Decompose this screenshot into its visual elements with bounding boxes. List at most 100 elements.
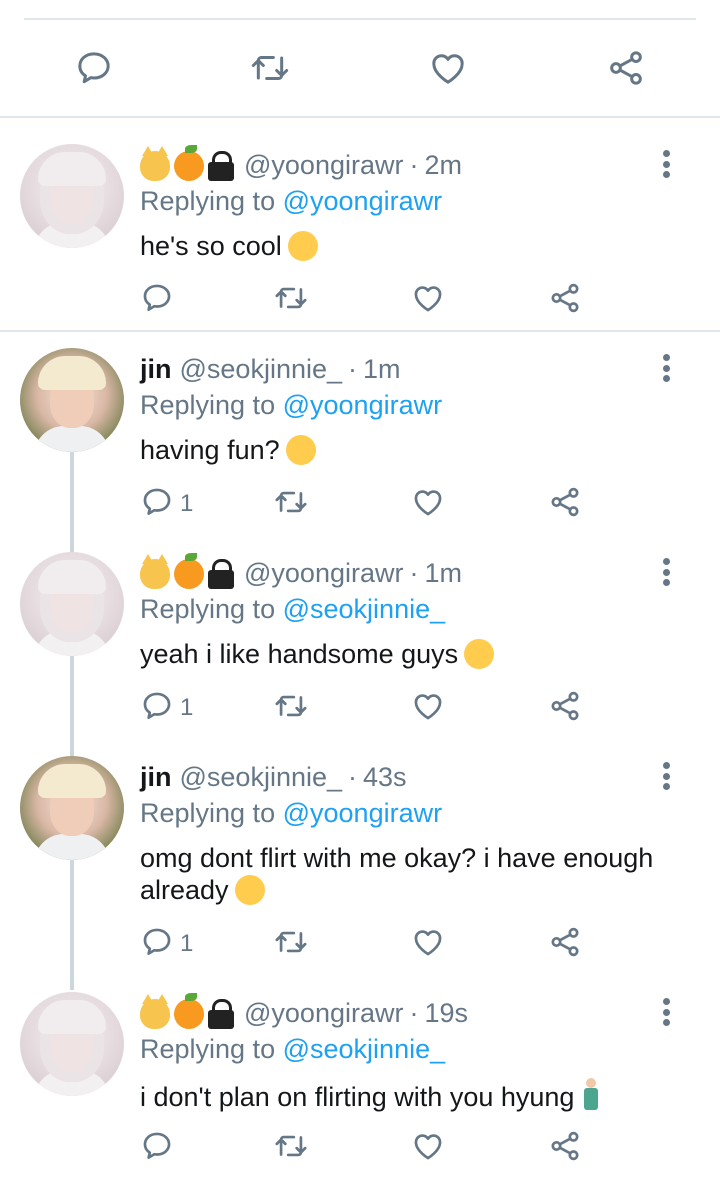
sneezing-face-icon xyxy=(234,875,265,905)
like-button[interactable] xyxy=(410,688,446,728)
more-button[interactable] xyxy=(652,348,680,388)
smiling-face-icon xyxy=(287,231,318,261)
more-button[interactable] xyxy=(652,552,680,592)
mention-link[interactable]: @seokjinnie_ xyxy=(283,594,446,624)
handle[interactable]: @seokjinnie_ xyxy=(180,354,343,385)
avatar-hair xyxy=(38,152,106,186)
reply-icon xyxy=(78,52,110,84)
reply-button[interactable] xyxy=(140,280,174,320)
avatar-shirt xyxy=(34,426,110,452)
share-icon xyxy=(548,485,582,524)
reply-button[interactable]: 1 xyxy=(140,688,193,728)
retweet-button[interactable] xyxy=(272,924,310,964)
separator-dot: · xyxy=(409,558,419,588)
share-button[interactable] xyxy=(548,484,582,524)
reply-button[interactable]: 1 xyxy=(140,484,193,524)
retweet-icon xyxy=(272,281,310,320)
reply-button[interactable] xyxy=(140,1128,174,1168)
replying-to: Replying to @yoongirawr xyxy=(140,390,442,421)
more-vertical-icon xyxy=(662,354,670,361)
separator-dot: · xyxy=(348,762,358,792)
reply-icon xyxy=(140,485,174,524)
display-name[interactable]: jin xyxy=(140,762,172,793)
timestamp[interactable]: 2m xyxy=(424,150,462,181)
more-vertical-icon xyxy=(662,558,670,565)
cat-emoji-icon xyxy=(140,145,170,181)
share-icon xyxy=(548,689,582,728)
retweet-button[interactable] xyxy=(272,280,310,320)
timestamp[interactable]: 1m xyxy=(363,354,401,385)
mention-link[interactable]: @yoongirawr xyxy=(283,798,442,828)
more-button[interactable] xyxy=(652,992,680,1032)
like-button[interactable] xyxy=(410,484,446,524)
hand-over-mouth-face-icon xyxy=(285,435,316,465)
reply-count: 1 xyxy=(180,490,194,517)
display-name[interactable]: jin xyxy=(140,354,172,385)
replying-label: Replying to xyxy=(140,186,276,216)
more-button[interactable] xyxy=(652,144,680,184)
more-dot xyxy=(662,375,670,382)
handle[interactable]: @yoongirawr xyxy=(244,998,403,1029)
like-icon xyxy=(410,689,446,728)
like-button[interactable] xyxy=(418,40,478,96)
replying-label: Replying to xyxy=(140,594,276,624)
mention-link[interactable]: @yoongirawr xyxy=(283,390,442,420)
tweet-header: @yoongirawr · 1m xyxy=(140,552,462,589)
tweet-actions: 1 xyxy=(0,924,720,964)
main-tweet-actions xyxy=(0,40,720,96)
tweet-text-content: i don't plan on flirting with you hyung xyxy=(140,1082,575,1112)
like-button[interactable] xyxy=(410,280,446,320)
timestamp[interactable]: 19s xyxy=(424,998,468,1029)
replying-to: Replying to @yoongirawr xyxy=(140,186,442,217)
share-button[interactable] xyxy=(596,40,656,96)
share-button[interactable] xyxy=(548,1128,582,1168)
tangerine-emoji-icon xyxy=(174,552,204,589)
lock-icon xyxy=(208,150,234,181)
like-button[interactable] xyxy=(410,924,446,964)
mention-link[interactable]: @yoongirawr xyxy=(283,186,442,216)
avatar-hair xyxy=(38,1000,106,1034)
tweet-text: omg dont flirt with me okay? i have enou… xyxy=(140,842,660,906)
more-vertical-icon xyxy=(662,998,670,1005)
handle[interactable]: @yoongirawr xyxy=(244,150,403,181)
more-dot xyxy=(662,568,670,576)
share-button[interactable] xyxy=(548,924,582,964)
avatar[interactable] xyxy=(20,144,124,248)
share-button[interactable] xyxy=(548,280,582,320)
replying-to: Replying to @seokjinnie_ xyxy=(140,1034,445,1065)
like-button[interactable] xyxy=(410,1128,446,1168)
handle[interactable]: @yoongirawr xyxy=(244,558,403,589)
avatar[interactable] xyxy=(20,348,124,452)
reply-button[interactable]: 1 xyxy=(140,924,193,964)
reply-icon xyxy=(140,281,174,320)
avatar[interactable] xyxy=(20,552,124,656)
tweet-text: yeah i like handsome guys xyxy=(140,638,660,670)
tweet-actions xyxy=(0,1128,720,1168)
share-button[interactable] xyxy=(548,688,582,728)
more-button[interactable] xyxy=(652,756,680,796)
retweet-button[interactable] xyxy=(272,688,310,728)
more-dot xyxy=(662,772,670,780)
more-dot xyxy=(662,1019,670,1026)
timestamp[interactable]: 43s xyxy=(363,762,407,793)
retweet-button[interactable] xyxy=(240,40,300,96)
tweet-text: he's so cool xyxy=(140,230,660,262)
timestamp[interactable]: 1m xyxy=(424,558,462,589)
retweet-button[interactable] xyxy=(272,484,310,524)
avatar-shirt xyxy=(34,834,110,860)
retweet-icon xyxy=(272,485,310,524)
mention-link[interactable]: @seokjinnie_ xyxy=(283,1034,446,1064)
share-icon xyxy=(548,1129,582,1168)
replying-label: Replying to xyxy=(140,1034,276,1064)
retweet-button[interactable] xyxy=(272,1128,310,1168)
share-icon xyxy=(610,51,642,85)
tweet-text-content: having fun? xyxy=(140,435,280,465)
more-vertical-icon xyxy=(662,762,670,769)
avatar[interactable] xyxy=(20,756,124,860)
handle[interactable]: @seokjinnie_ xyxy=(180,762,343,793)
tweet-text-content: he's so cool xyxy=(140,231,282,261)
reply-button[interactable] xyxy=(64,40,124,96)
tweet-text-content: yeah i like handsome guys xyxy=(140,639,459,669)
cat-emoji-icon xyxy=(140,553,170,589)
avatar[interactable] xyxy=(20,992,124,1096)
